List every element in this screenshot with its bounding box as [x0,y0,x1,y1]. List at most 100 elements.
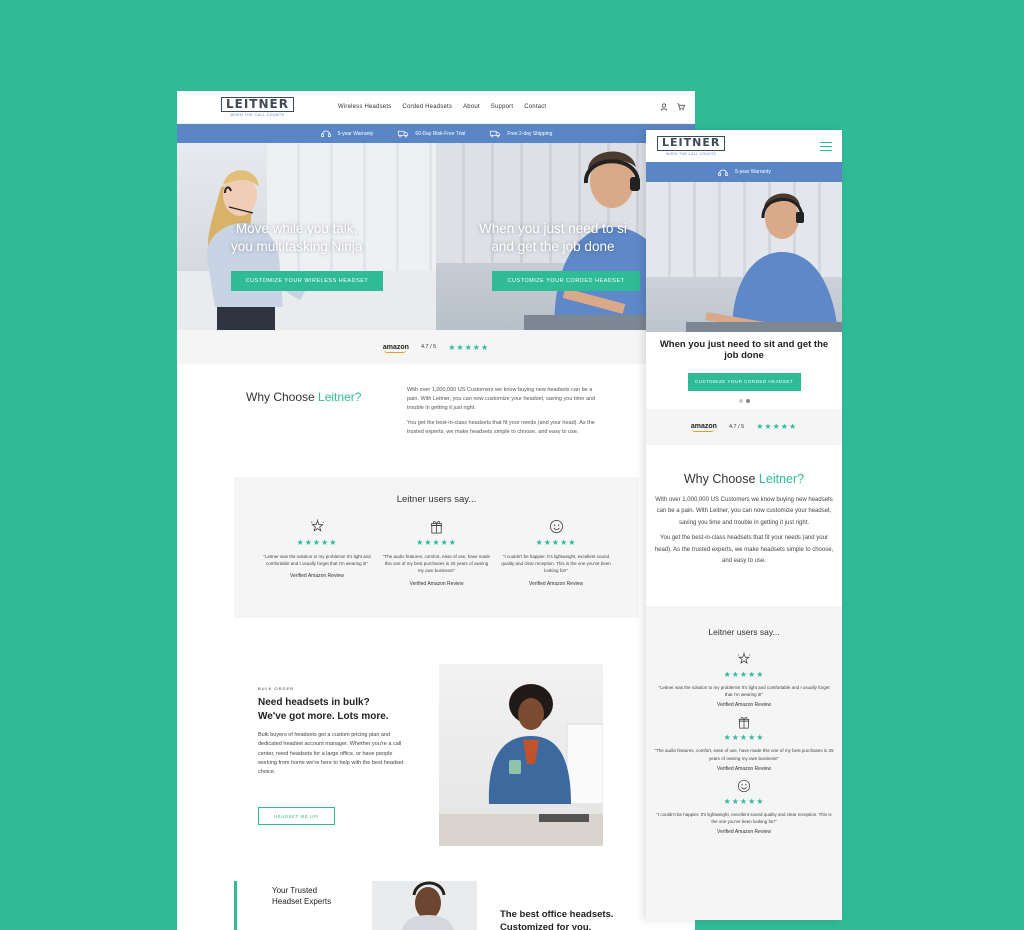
promo-trial-label: 60-Day Risk-Free Trial [415,130,466,137]
why-title: Why Choose Leitner? [246,386,407,437]
smiley-icon [737,779,751,792]
logo-tagline: WHEN THE CALL COUNTS [230,113,285,118]
smiley-icon [549,519,563,533]
promo-shipping-label: Free 2-day Shipping [507,130,553,137]
review-text: "The audio features, comfort, ease of us… [382,554,491,574]
trusted-line1: Your Trusted [272,886,318,895]
hero-wireless: Move while you talk, you multitasking Ni… [177,143,436,330]
truck-icon [398,130,409,138]
man-with-headset-photo [402,881,454,930]
review-source: Verified Amazon Review [717,702,771,709]
why-title-accent: Leitner? [758,471,805,486]
users-say-title: Leitner users say... [396,494,477,505]
review-text: "I couldn't be happier. It's lightweight… [656,811,832,824]
customize-corded-button[interactable]: CUSTOMIZE YOUR CORDED HEADSET [492,271,640,291]
carousel-dot[interactable] [738,398,743,403]
review-source: Verified Amazon Review [290,573,344,580]
why-text: With over 1,000,000 US Customers we know… [646,495,842,568]
nav-about[interactable]: About [463,104,480,110]
amazon-logo: amazon [690,423,717,433]
review-icon-wrap [646,651,842,667]
man-with-headset-photo [686,193,842,332]
hamburger-menu-icon[interactable] [820,141,832,151]
promo-bar: 5-year Warranty 60-Day Risk-Free Trial F… [177,124,695,143]
rating-stars: ★★★★★ [756,422,798,432]
logo-tagline: WHEN THE CALL COUNTS [666,151,717,156]
main-nav: Wireless Headsets Corded Headsets About … [338,104,546,110]
amazon-rating-bar: amazon 4.7 / 5 ★★★★★ [177,330,695,364]
hero-corded-title-line2: and get the job done [491,238,615,254]
sparkle-icon [737,652,751,664]
user-icon[interactable] [660,103,668,111]
logo[interactable]: LEITNER WHEN THE CALL COUNTS [221,96,294,118]
review-source: Verified Amazon Review [717,765,771,772]
logo[interactable]: LEITNER WHEN THE CALL COUNTS [657,136,726,156]
bulk-title: Need headsets in bulk? We've got more. L… [258,696,408,723]
bulk-title-line1: Need headsets in bulk? [258,697,370,708]
review-icon-wrap [501,517,611,535]
review-card: ★★★★★ "The audio features, comfort, ease… [382,517,492,587]
amazon-rating-bar: amazon 4.7 / 5 ★★★★★ [646,408,842,445]
best-line2: Customized for you. [500,922,592,930]
carousel-dots [646,398,842,403]
promo-warranty-label: 5-year Warranty [735,169,771,175]
review-card: ★★★★★ "Leitner was the solution to my pr… [646,651,842,708]
review-icon-wrap [262,517,372,535]
review-text: "The audio features, comfort, ease of us… [654,748,834,761]
headset-icon [718,169,728,176]
hero-corded-title: When you just need to si and get the job… [479,220,627,255]
desktop-header: LEITNER WHEN THE CALL COUNTS Wireless He… [177,91,695,124]
hero-corded-title-line1: When you just need to si [479,221,627,236]
why-paragraph-1: With over 1,000,000 US Customers we know… [655,496,833,527]
bulk-order-section: BULK ORDER Need headsets in bulk? We've … [258,686,408,778]
truck-icon [490,130,501,138]
best-headsets-heading: The best office headsets. Customized for… [500,908,614,930]
nav-wireless-headsets[interactable]: Wireless Headsets [338,104,391,110]
why-text: With over 1,000,000 US Customers we know… [407,386,605,437]
review-stars: ★★★★★ [296,538,338,547]
why-title-prefix: Why Choose [246,390,315,404]
mobile-promo-bar: 5-year Warranty [646,162,842,182]
review-stars: ★★★★★ [723,733,765,743]
hero-banner: Move while you talk, you multitasking Ni… [177,143,695,330]
gift-icon [738,717,750,729]
promo-warranty-label: 5-year Warranty [337,130,374,137]
users-say-section: Leitner users say... ★★★★★ "Leitner was … [234,477,639,618]
bulk-tag: BULK ORDER [258,686,295,691]
why-title: Why Choose Leitner? [646,472,842,486]
why-title-prefix: Why Choose [683,471,756,486]
users-say-title: Leitner users say... [708,627,780,637]
rating-score: 4.7 / 5 [420,344,437,350]
gift-icon [430,520,443,533]
mobile-mockup: LEITNER WHEN THE CALL COUNTS 5-year Warr… [646,130,842,920]
headset-me-up-button[interactable]: HEADSET ME UP! [258,807,335,825]
review-source: Verified Amazon Review [409,580,464,587]
bulk-order-photo [439,664,603,846]
review-card: ★★★★★ "I couldn't be happier. It's light… [646,778,842,835]
review-card: ★★★★★ "I couldn't be happier. It's light… [501,517,611,587]
promo-trial: 60-Day Risk-Free Trial [397,129,465,138]
nav-corded-headsets[interactable]: Corded Headsets [402,104,452,110]
nav-contact[interactable]: Contact [524,104,546,110]
carousel-dot-active[interactable] [745,398,750,403]
promo-shipping: Free 2-day Shipping [489,129,552,138]
customize-corded-button[interactable]: CUSTOMIZE YOUR CORDED HEADSET [687,372,801,391]
logo-wordmark: LEITNER [657,136,726,151]
review-card: ★★★★★ "The audio features, comfort, ease… [646,714,842,772]
review-stars: ★★★★★ [416,538,457,547]
mobile-header: LEITNER WHEN THE CALL COUNTS [646,130,842,162]
trusted-line2: Headset Experts [272,897,332,907]
review-text: "I couldn't be happier. It's lightweight… [501,554,611,574]
why-paragraph-1: With over 1,000,000 US Customers we know… [407,387,596,412]
reviews-list: ★★★★★ "Leitner was the solution to my pr… [234,517,639,587]
amazon-logo: amazon [382,343,409,353]
promo-warranty: 5-year Warranty [717,168,771,177]
customize-wireless-button[interactable]: CUSTOMIZE YOUR WIRELESS HEADSET [231,271,383,291]
nav-support[interactable]: Support [491,104,513,110]
review-stars: ★★★★★ [723,670,765,679]
review-text: "Leitner was the solution to my problems… [658,685,830,698]
cart-icon[interactable] [677,103,685,111]
why-choose-section: Why Choose Leitner? With over 1,000,000 … [177,364,695,437]
bulk-title-line2: We've got more. Lots more. [258,710,389,722]
hero-wireless-title-line2: you multitasking Ninja [231,238,363,254]
